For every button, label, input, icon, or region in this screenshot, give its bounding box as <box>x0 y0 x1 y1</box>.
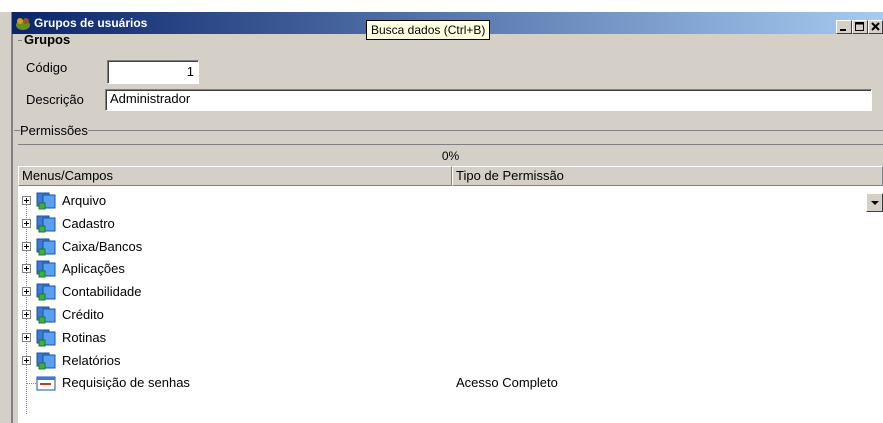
tree-row[interactable]: Rotinas <box>18 327 883 349</box>
expand-plus-icon[interactable] <box>22 355 31 365</box>
tree-row[interactable]: Cadastro <box>18 213 883 235</box>
tree-item-label: Aplicações <box>62 261 125 277</box>
tree-row[interactable]: Caixa/Bancos <box>18 236 883 258</box>
grupos-frame-top <box>18 40 22 41</box>
permissoes-legend: Permissões <box>20 123 88 138</box>
maximize-icon <box>855 22 864 31</box>
expand-plus-icon[interactable] <box>22 310 31 319</box>
expand-plus-icon[interactable] <box>22 241 31 251</box>
minimize-button[interactable] <box>836 20 852 34</box>
expand-plus-icon[interactable] <box>22 264 31 274</box>
minimize-icon <box>840 29 846 31</box>
tree-row[interactable]: Aplicações <box>18 258 883 280</box>
tree-item-label: Contabilidade <box>62 284 142 300</box>
tree-item-label: Requisição de senhas <box>62 375 190 391</box>
folder-icon <box>36 306 56 324</box>
folder-icon <box>36 238 56 256</box>
grupos-legend: Grupos <box>24 32 71 47</box>
users-group-icon <box>16 18 30 30</box>
tree-row[interactable]: Requisição de senhas Acesso Completo <box>18 372 883 394</box>
expand-plus-icon[interactable] <box>22 287 31 297</box>
form-icon <box>36 376 56 391</box>
progress-bar: 0% <box>18 144 883 167</box>
tree-item-label: Caixa/Bancos <box>62 238 143 254</box>
tree-item-label: Arquivo <box>62 193 107 208</box>
expand-plus-icon[interactable] <box>22 218 31 228</box>
tree-item-label: Rotinas <box>62 329 107 345</box>
progress-text: 0% <box>441 149 460 163</box>
folder-icon <box>36 283 56 301</box>
descricao-field[interactable]: Administrador <box>105 89 872 111</box>
window-left-border <box>11 12 13 423</box>
column-header-permission-type[interactable]: Tipo de Permissão <box>452 166 883 186</box>
close-button[interactable] <box>868 20 883 34</box>
desktop-strip <box>0 0 883 12</box>
descricao-label: Descrição <box>26 92 84 107</box>
folder-icon <box>36 192 56 210</box>
permission-type-cell[interactable]: Acesso Completo <box>456 374 558 392</box>
tree-row[interactable]: Arquivo <box>18 190 883 212</box>
codigo-label: Código <box>26 60 68 75</box>
tree-row[interactable]: Crédito <box>18 304 883 326</box>
tree-item-label: Crédito <box>62 307 104 322</box>
search-tooltip: Busca dados (Ctrl+B) <box>366 20 491 40</box>
window-title: Grupos de usuários <box>34 16 148 30</box>
tree-row[interactable]: Contabilidade <box>18 281 883 303</box>
expand-plus-icon[interactable] <box>22 196 31 205</box>
expand-plus-icon[interactable] <box>22 332 31 342</box>
tree-connector-branch <box>27 383 36 385</box>
folder-icon <box>36 352 56 370</box>
tree-item-label: Cadastro <box>62 215 115 231</box>
maximize-button[interactable] <box>852 20 868 34</box>
folder-icon <box>36 260 56 278</box>
close-icon <box>871 22 880 31</box>
tree-item-label: Relatórios <box>62 352 121 368</box>
folder-icon <box>36 215 56 233</box>
codigo-field[interactable]: 1 <box>107 60 199 84</box>
permissions-tree[interactable]: Menus/Campos Tipo de Permissão Arquivo Ca… <box>18 166 883 423</box>
column-header-menus[interactable]: Menus/Campos <box>18 166 452 186</box>
permissoes-frame-top <box>88 130 883 131</box>
tree-row[interactable]: Relatórios <box>18 350 883 372</box>
folder-icon <box>36 329 56 347</box>
